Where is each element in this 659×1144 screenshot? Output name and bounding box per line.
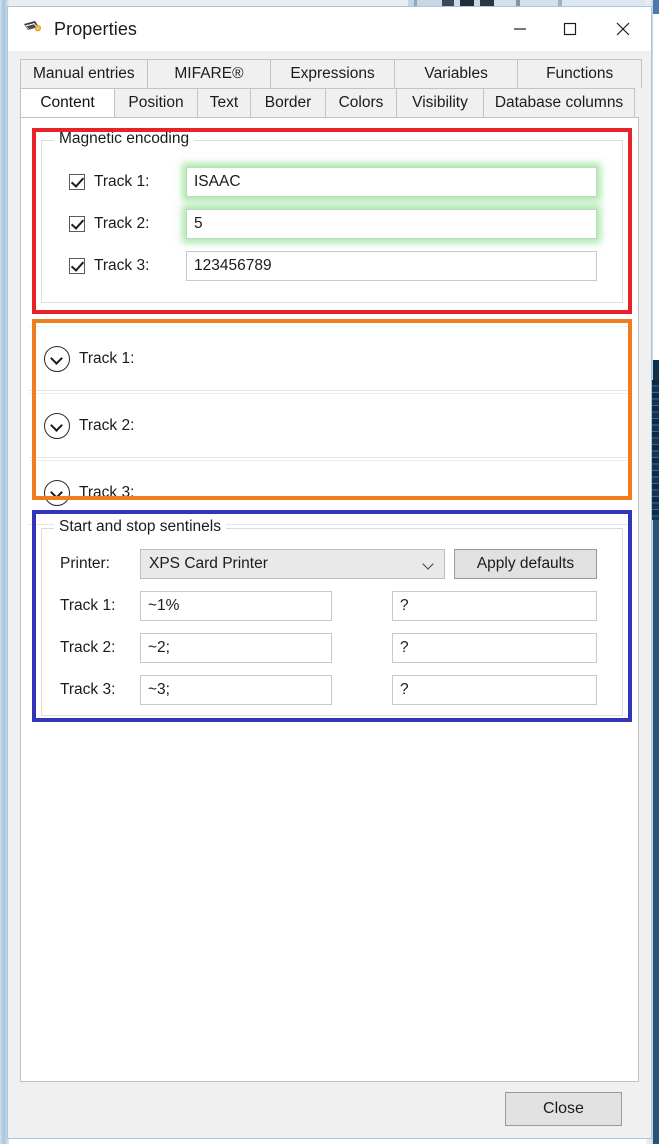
- maximize-button[interactable]: [545, 7, 595, 51]
- tab-label: Expressions: [290, 65, 375, 82]
- tab-manual-entries[interactable]: Manual entries: [20, 59, 148, 88]
- tab-label: Text: [209, 94, 239, 111]
- dialog-footer: Close: [8, 1082, 651, 1138]
- tab-border[interactable]: Border: [250, 88, 326, 117]
- tab-database-columns[interactable]: Database columns: [483, 88, 635, 117]
- tab-label: Functions: [546, 65, 614, 82]
- title-bar: Properties: [8, 7, 651, 51]
- close-button[interactable]: Close: [505, 1092, 622, 1126]
- tab-label: Position: [128, 94, 184, 111]
- tab-position[interactable]: Position: [114, 88, 198, 117]
- tab-variables[interactable]: Variables: [393, 59, 519, 88]
- tab-label: Colors: [338, 94, 384, 111]
- tab-label: MIFARE®: [174, 65, 244, 82]
- window-controls: [495, 7, 651, 51]
- tab-colors[interactable]: Colors: [325, 88, 397, 117]
- screen: Properties Manual entries MIFARE® Expres…: [0, 0, 659, 1144]
- magnetic-encoding-highlight: [32, 128, 632, 314]
- sentinels-highlight: [32, 510, 632, 722]
- close-window-button[interactable]: [595, 7, 651, 51]
- tab-label: Database columns: [494, 94, 624, 111]
- tab-label: Content: [40, 94, 95, 111]
- tab-row-upper: Manual entries MIFARE® Expressions Varia…: [8, 59, 651, 88]
- tab-label: Manual entries: [33, 65, 135, 82]
- tab-label: Border: [264, 94, 312, 111]
- tab-text[interactable]: Text: [197, 88, 251, 117]
- tab-content[interactable]: Content: [20, 88, 115, 117]
- minimize-button[interactable]: [495, 7, 545, 51]
- tab-mifare[interactable]: MIFARE®: [146, 59, 272, 88]
- content-tab-panel: Magnetic encoding Track 1: ISAAC Track 2…: [20, 117, 639, 1082]
- tab-expressions[interactable]: Expressions: [270, 59, 395, 88]
- properties-dialog: Properties Manual entries MIFARE® Expres…: [7, 6, 652, 1139]
- background-right-dark-edge: [653, 0, 659, 1144]
- tab-row-lower: Content Position Text Border Colors Visi…: [8, 88, 651, 117]
- tab-label: Visibility: [412, 94, 468, 111]
- tab-functions[interactable]: Functions: [517, 59, 642, 88]
- tab-label: Variables: [424, 65, 488, 82]
- track-expanders-highlight: [32, 319, 632, 500]
- window-title: Properties: [54, 18, 138, 39]
- card-properties-icon: [22, 18, 44, 40]
- tab-strip: Manual entries MIFARE® Expressions Varia…: [8, 51, 651, 117]
- tab-visibility[interactable]: Visibility: [396, 88, 484, 117]
